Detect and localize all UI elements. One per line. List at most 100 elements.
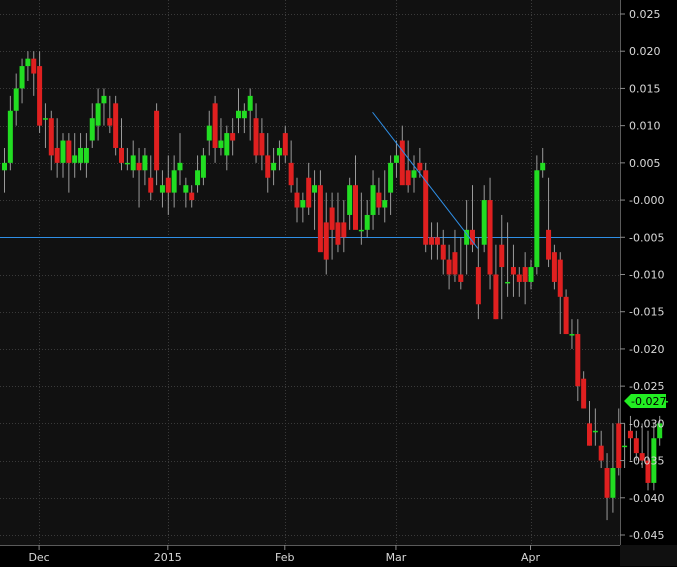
candle-body-down <box>417 162 423 171</box>
x-tick-labels: Dec 2015 Feb Mar Apr <box>28 545 540 564</box>
candle-body-down <box>48 118 54 156</box>
x-tick-label: 2015 <box>154 551 182 564</box>
candle-body-down <box>598 445 604 461</box>
y-tick-label: -0.020 <box>629 343 664 356</box>
y-tick-label: -0.015 <box>629 306 664 319</box>
candle-body-up <box>7 110 13 163</box>
candle-body-down <box>294 192 300 208</box>
y-tick-label: -0.040 <box>629 492 664 505</box>
candle-body-down <box>429 237 435 245</box>
candle-body-up <box>142 155 148 171</box>
candle-body-up <box>101 95 107 104</box>
candle-body-down <box>329 207 335 230</box>
candle-body-up <box>224 133 230 156</box>
y-tick-label: 0.015 <box>629 82 661 95</box>
y-tick-labels: 0.025 0.020 0.015 0.010 0.005 -0.000 -0.005 -0.… <box>620 8 664 542</box>
candle-body-down <box>522 267 528 282</box>
candle-body-down <box>107 118 113 126</box>
y-tick-label: -0.030 <box>629 417 664 430</box>
candle-body-up <box>241 110 247 119</box>
candle-body-up <box>72 155 78 163</box>
candlestick-chart: 0.025 0.020 0.015 0.010 0.005 -0.000 -0.005 -0.… <box>0 0 677 567</box>
x-tick-label: Mar <box>386 551 407 564</box>
y-tick-label: -0.045 <box>629 529 664 542</box>
candle-body-up <box>95 103 101 126</box>
candle-body-down <box>405 170 411 186</box>
candle-body-down <box>487 200 493 275</box>
y-tick-label: 0.005 <box>629 157 661 170</box>
y-tick-label: -0.035 <box>629 455 664 468</box>
candle-body-down <box>288 162 294 186</box>
candle-body-down <box>212 103 218 148</box>
candle-body-up <box>83 147 89 163</box>
candle-body-down <box>259 133 265 156</box>
candle-body-up <box>393 155 399 163</box>
candle-body-up <box>300 200 306 208</box>
candle-body-down <box>470 229 475 245</box>
candle-body-down <box>253 118 259 156</box>
candle-body-up <box>42 118 48 120</box>
candle-body-up <box>382 200 388 208</box>
candle-body-down <box>230 133 236 141</box>
candle-body-down <box>341 222 347 238</box>
candle-body-down <box>604 468 610 498</box>
candle-body-down <box>446 259 452 275</box>
candle-body-up <box>60 140 66 163</box>
candle-body-down <box>335 222 341 245</box>
candle-body-down <box>54 147 60 163</box>
candle-body-down <box>148 177 154 193</box>
candle-body-down <box>282 133 288 156</box>
candle-body-down <box>499 244 505 268</box>
candle-body-up <box>200 155 206 178</box>
x-tick-label: Feb <box>275 551 294 564</box>
y-tick-label: 0.010 <box>629 120 661 133</box>
candle-body-down <box>376 192 382 208</box>
candle-body-down <box>633 438 639 454</box>
candle-body-down <box>37 66 43 126</box>
candle-body-down <box>627 430 633 439</box>
candle-body-up <box>171 170 177 193</box>
candle-body-down <box>113 103 119 148</box>
candle-body-up <box>195 170 201 186</box>
candle-body-down <box>353 185 358 230</box>
candle-body-down <box>440 244 446 260</box>
candle-body-up <box>25 58 31 67</box>
candle-body-down <box>475 267 481 305</box>
candle-body-up <box>78 147 84 163</box>
candle-body-down <box>306 177 312 208</box>
candle-body-down <box>516 274 522 282</box>
candle-body-up <box>218 140 224 148</box>
candle-body-down <box>452 252 458 275</box>
x-tick-label: Apr <box>521 551 541 564</box>
candle-body-up <box>312 185 318 193</box>
candle-body-up <box>388 162 394 193</box>
candle-body-up <box>540 162 546 171</box>
candle-body-down <box>154 110 160 171</box>
y-tick-label: -0.005 <box>629 231 664 244</box>
y-tick-label: -0.025 <box>629 380 664 393</box>
candle-body-up <box>177 162 183 171</box>
candle-body-down <box>317 185 323 253</box>
candle-body-down <box>66 140 72 163</box>
candle-body-up <box>247 95 253 111</box>
candle-body-down <box>136 162 142 171</box>
candle-body-up <box>481 200 487 245</box>
x-tick-label: Dec <box>28 551 49 564</box>
candle-body-down <box>510 267 516 275</box>
candle-body-up <box>159 185 165 193</box>
candle-body-up <box>183 185 189 193</box>
candle-body-up <box>622 445 628 448</box>
candle-body-down <box>119 147 124 163</box>
candle-body-down <box>165 177 171 193</box>
candle-body-down <box>551 252 557 282</box>
candle-body-down <box>458 274 464 282</box>
candle-body-up <box>370 185 376 215</box>
candle-body-down <box>587 423 592 446</box>
candle-body-down <box>616 423 622 469</box>
candle-body-up <box>19 66 25 89</box>
candle-body-up <box>528 267 534 282</box>
candle-body-up <box>347 185 353 215</box>
candle-body-down <box>581 378 587 409</box>
candle-body-down <box>546 229 552 260</box>
y-tick-label: 0.025 <box>629 8 661 21</box>
